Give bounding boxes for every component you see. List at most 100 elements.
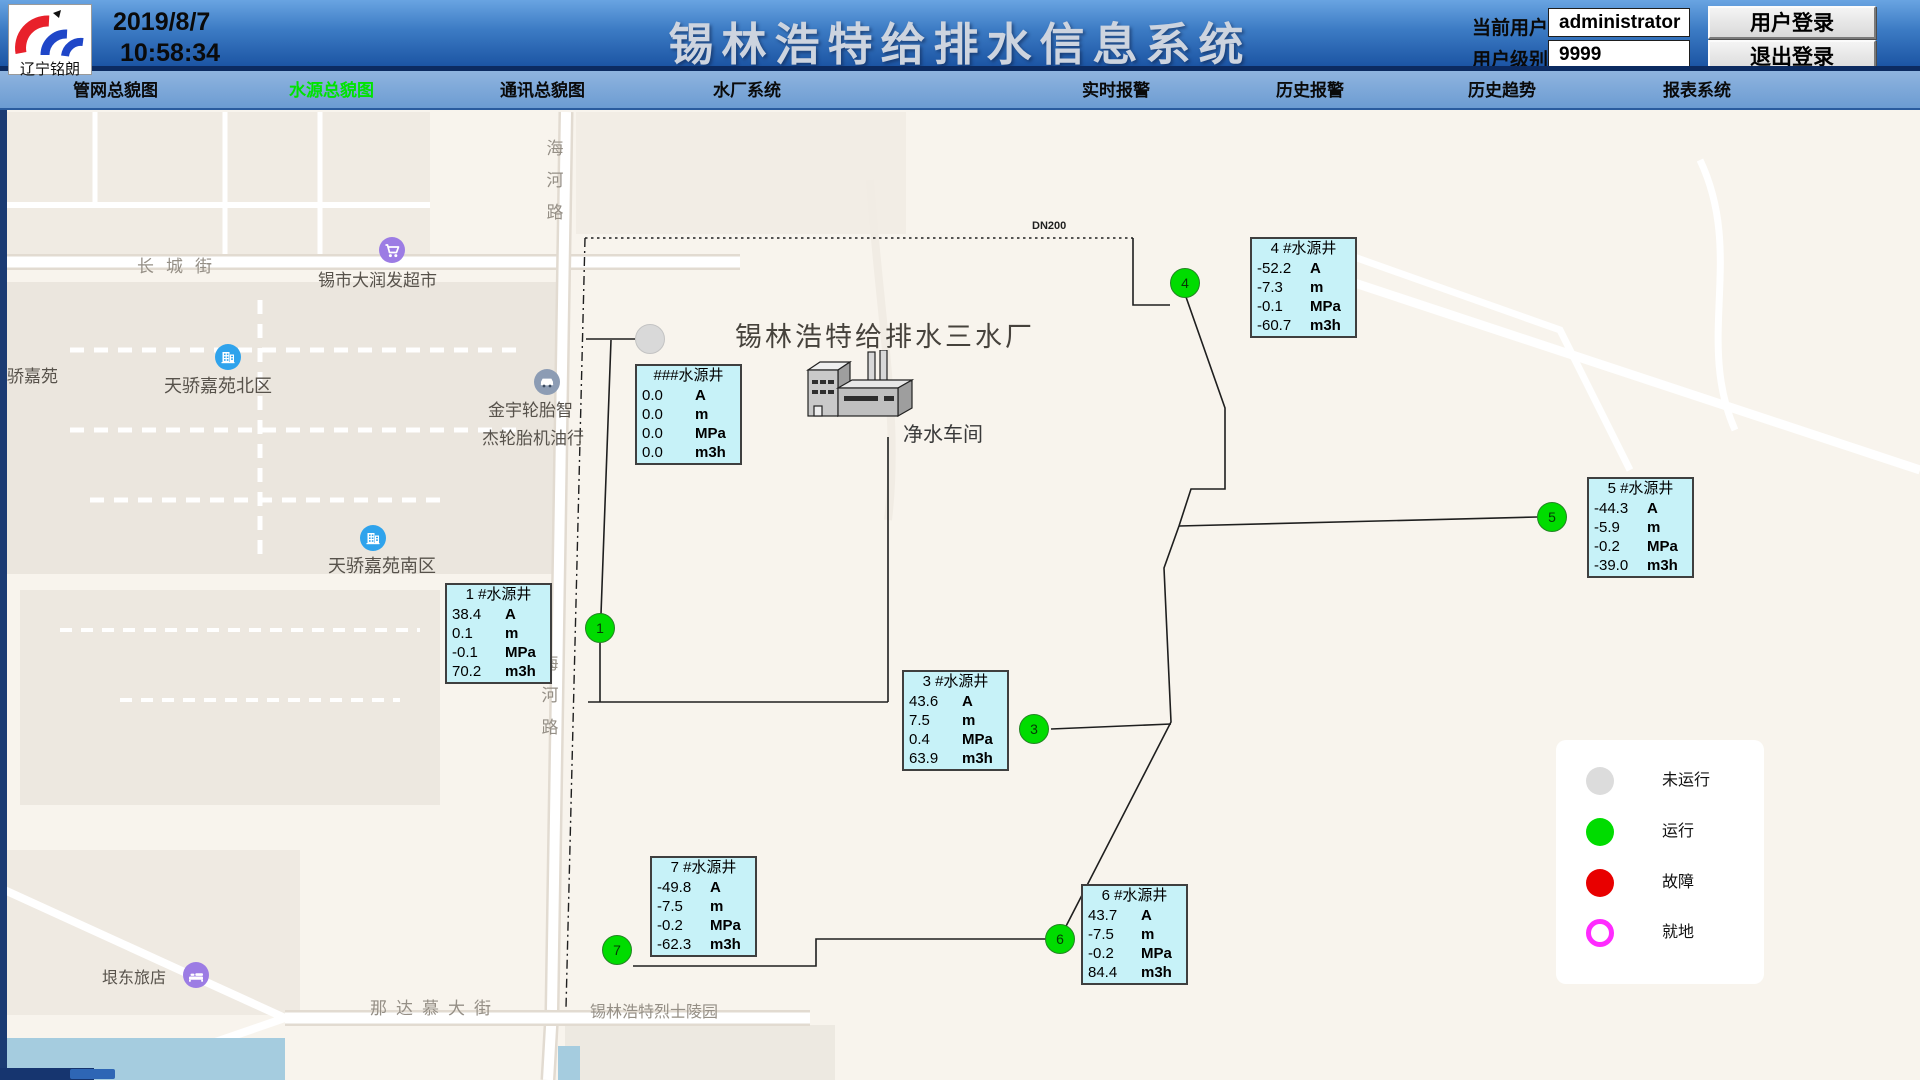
well-current: 38.4 bbox=[452, 605, 481, 624]
unit-label: A bbox=[710, 878, 721, 897]
unit-label: m3h bbox=[1647, 556, 1678, 575]
legend-local-icon bbox=[1586, 919, 1614, 947]
unit-label: MPa bbox=[1647, 537, 1678, 556]
unit-label: m bbox=[1141, 925, 1154, 944]
nav-history-trend[interactable]: 历史趋势 bbox=[1468, 71, 1536, 110]
current-date: 2019/8/7 bbox=[113, 8, 210, 37]
well-status-indicator-6[interactable]: 6 bbox=[1045, 924, 1075, 954]
well-number: 7 bbox=[613, 942, 621, 958]
unit-label: A bbox=[1310, 259, 1321, 278]
well-status-indicator-4[interactable]: 4 bbox=[1170, 268, 1200, 298]
unit-label: MPa bbox=[1310, 297, 1341, 316]
nav-history-alarm[interactable]: 历史报警 bbox=[1276, 71, 1344, 110]
well-data-box-1: 1 #水源井 38.4A 0.1m -0.1MPa 70.2m3h bbox=[445, 583, 552, 684]
well-level: 0.1 bbox=[452, 624, 473, 643]
place-label-tianjiao-north: 天骄嘉苑北区 bbox=[164, 372, 272, 398]
nav-water-plant-system[interactable]: 水厂系统 bbox=[713, 71, 781, 110]
well-level: -7.5 bbox=[657, 897, 683, 916]
building-icon bbox=[360, 525, 386, 551]
legend-running-label: 运行 bbox=[1662, 818, 1694, 846]
well-flow: 0.0 bbox=[642, 443, 663, 462]
well-data-box-3: 3 #水源井 43.6A 7.5m 0.4MPa 63.9m3h bbox=[902, 670, 1009, 771]
well-pressure: 0.4 bbox=[909, 730, 930, 749]
well-number: 5 bbox=[1548, 509, 1556, 525]
well-status-indicator-3[interactable]: 3 bbox=[1019, 714, 1049, 744]
well-pressure: -0.2 bbox=[1594, 537, 1620, 556]
well-number: 6 bbox=[1056, 931, 1064, 947]
unit-label: m bbox=[505, 624, 518, 643]
current-user-label: 当前用户 bbox=[1472, 13, 1548, 40]
well-flow: 84.4 bbox=[1088, 963, 1117, 982]
car-icon bbox=[534, 369, 560, 395]
company-logo: 辽宁铭朗 bbox=[8, 4, 92, 75]
well-title: 3 #水源井 bbox=[904, 672, 1007, 692]
road-label-changcheng: 长城街 bbox=[137, 252, 224, 277]
well-pressure: -0.2 bbox=[657, 916, 683, 935]
unit-label: m bbox=[962, 711, 975, 730]
login-button[interactable]: 用户登录 bbox=[1708, 6, 1876, 39]
well-level: 7.5 bbox=[909, 711, 930, 730]
user-level-field[interactable]: 9999 bbox=[1548, 40, 1690, 69]
well-status-indicator-1[interactable]: 1 bbox=[585, 613, 615, 643]
well-status-indicator-5[interactable]: 5 bbox=[1537, 502, 1567, 532]
unit-label: MPa bbox=[710, 916, 741, 935]
unit-label: m3h bbox=[962, 749, 993, 768]
place-label-supermarket: 锡市大润发超市 bbox=[318, 266, 437, 291]
well-status-indicator-7[interactable]: 7 bbox=[602, 935, 632, 965]
nav-communication-overview[interactable]: 通讯总貌图 bbox=[500, 71, 585, 110]
plant-title: 锡林浩特给排水三水厂 bbox=[735, 315, 1035, 354]
unit-label: MPa bbox=[962, 730, 993, 749]
well-data-box-idle: ###水源井 0.0A 0.0m 0.0MPa 0.0m3h bbox=[635, 364, 742, 465]
well-data-box-6: 6 #水源井 43.7A -7.5m -0.2MPa 84.4m3h bbox=[1081, 884, 1188, 985]
unit-label: m3h bbox=[710, 935, 741, 954]
nav-report-system[interactable]: 报表系统 bbox=[1663, 71, 1731, 110]
well-title: ###水源井 bbox=[637, 366, 740, 386]
road-label-haihe-top: 海河路 bbox=[545, 133, 565, 229]
bed-icon bbox=[183, 962, 209, 988]
well-status-indicator-idle[interactable] bbox=[635, 324, 665, 354]
well-pressure: -0.1 bbox=[452, 643, 478, 662]
well-title: 7 #水源井 bbox=[652, 858, 755, 878]
unit-label: m bbox=[1647, 518, 1660, 537]
logo-text: 辽宁铭朗 bbox=[9, 62, 91, 78]
nav-water-source-overview[interactable]: 水源总貌图 bbox=[289, 71, 374, 110]
well-current: -52.2 bbox=[1257, 259, 1291, 278]
nav-realtime-alarm[interactable]: 实时报警 bbox=[1082, 71, 1150, 110]
unit-label: A bbox=[695, 386, 706, 405]
well-flow: -60.7 bbox=[1257, 316, 1291, 335]
system-title: 锡林浩特给排水信息系统 bbox=[668, 8, 1251, 73]
well-title: 5 #水源井 bbox=[1589, 479, 1692, 499]
legend-running-icon bbox=[1586, 818, 1614, 846]
well-title: 6 #水源井 bbox=[1083, 886, 1186, 906]
unit-label: m3h bbox=[1310, 316, 1341, 335]
factory-icon bbox=[800, 350, 920, 428]
well-current: 43.7 bbox=[1088, 906, 1117, 925]
unit-label: A bbox=[962, 692, 973, 711]
well-pressure: -0.2 bbox=[1088, 944, 1114, 963]
place-label-cemetery: 锡林浩特烈士陵园 bbox=[590, 998, 718, 1022]
well-level: -7.3 bbox=[1257, 278, 1283, 297]
legend-idle-icon bbox=[1586, 767, 1614, 795]
well-level: 0.0 bbox=[642, 405, 663, 424]
building-icon bbox=[215, 344, 241, 370]
place-label-tire-shop-2: 杰轮胎机油行 bbox=[482, 424, 584, 449]
place-label-tianjiao: 天骄嘉苑 bbox=[0, 362, 58, 387]
road-label-nadamu: 那达慕大街 bbox=[370, 994, 500, 1019]
well-pressure: 0.0 bbox=[642, 424, 663, 443]
place-label-tianjiao-south: 天骄嘉苑南区 bbox=[328, 552, 436, 578]
unit-label: A bbox=[1647, 499, 1658, 518]
main-nav: 管网总貌图 水源总貌图 通讯总貌图 水厂系统 实时报警 历史报警 历史趋势 报表… bbox=[0, 71, 1920, 110]
unit-label: MPa bbox=[1141, 944, 1172, 963]
well-title: 1 #水源井 bbox=[447, 585, 550, 605]
well-flow: -39.0 bbox=[1594, 556, 1628, 575]
current-user-field[interactable]: administrator bbox=[1548, 8, 1690, 37]
unit-label: MPa bbox=[505, 643, 536, 662]
well-number: 3 bbox=[1030, 721, 1038, 737]
status-legend: 未运行 运行 故障 就地 bbox=[1556, 740, 1764, 984]
logo-icon bbox=[9, 5, 91, 57]
cart-icon bbox=[379, 237, 405, 263]
well-title: 4 #水源井 bbox=[1252, 239, 1355, 259]
unit-label: m bbox=[695, 405, 708, 424]
legend-idle-label: 未运行 bbox=[1662, 767, 1710, 795]
title-bar: 锡林浩特给排水信息系统 2019/8/7 10:58:34 当前用户 admin… bbox=[0, 0, 1920, 66]
